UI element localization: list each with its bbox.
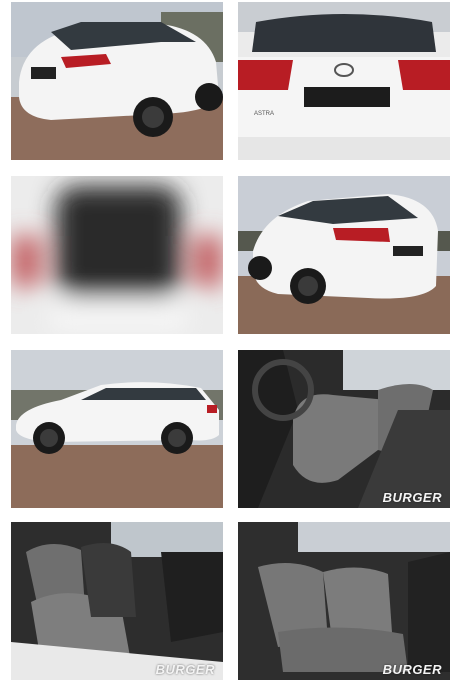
- front-seats-image: [238, 350, 450, 508]
- model-badge: ASTRA: [254, 111, 274, 117]
- blurred-trunk-image: [11, 176, 223, 334]
- dealer-watermark: BURGER: [382, 662, 442, 677]
- gallery-photo-1[interactable]: [11, 2, 223, 160]
- gallery-photo-7[interactable]: BURGER: [11, 522, 223, 680]
- gallery-photo-5[interactable]: [11, 350, 223, 508]
- gallery-photo-3[interactable]: [11, 176, 223, 334]
- dealer-watermark: BURGER: [382, 490, 442, 505]
- car-rear-left-image: [11, 2, 223, 160]
- gallery-photo-4[interactable]: [238, 176, 450, 334]
- gallery-photo-6[interactable]: BURGER: [238, 350, 450, 508]
- car-rear-closeup-image: ASTRA: [238, 2, 450, 160]
- gallery-photo-8[interactable]: BURGER: [238, 522, 450, 680]
- gallery-photo-2[interactable]: ASTRA: [238, 2, 450, 160]
- dealer-watermark: BURGER: [155, 662, 215, 677]
- car-side-profile-image: [11, 350, 223, 508]
- photo-gallery: ASTRA BURGER BURGER BURGER: [0, 0, 451, 680]
- rear-seats-image: [238, 522, 450, 680]
- front-passenger-seat-image: [11, 522, 223, 680]
- car-rear-right-image: [238, 176, 450, 334]
